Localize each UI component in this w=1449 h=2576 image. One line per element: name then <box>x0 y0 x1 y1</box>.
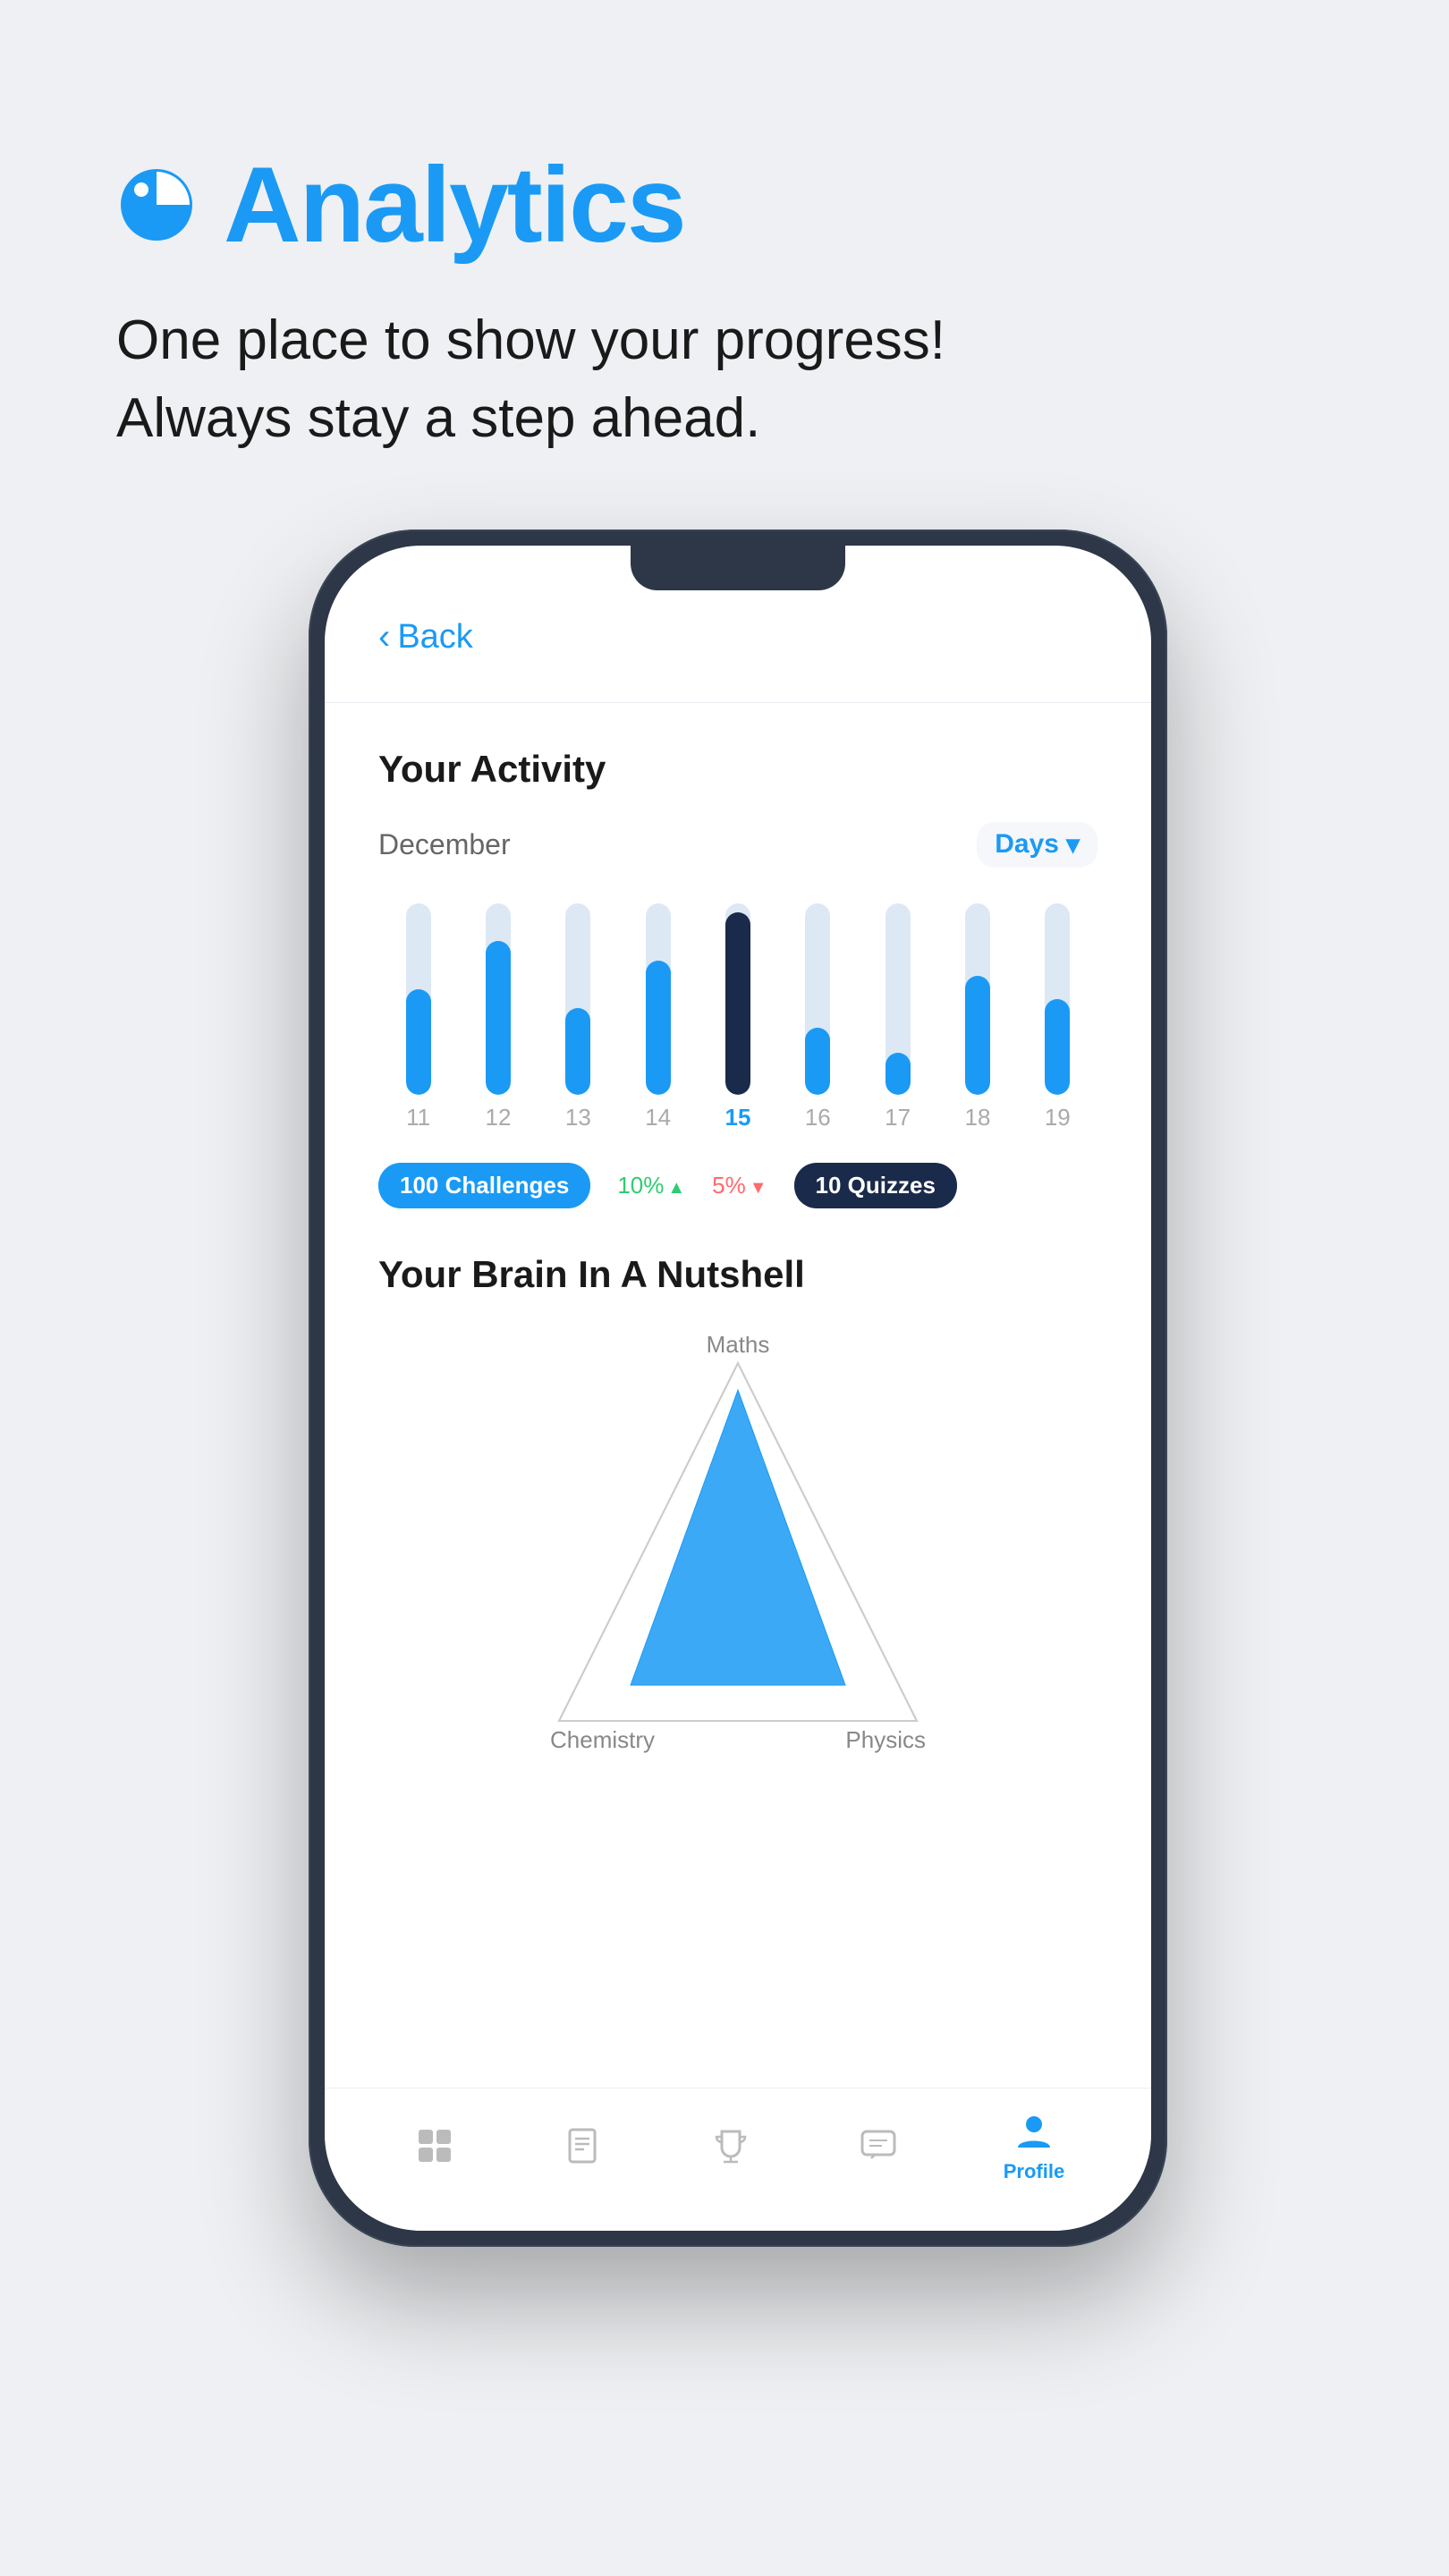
bar-fill-16 <box>805 1028 830 1095</box>
stats-row: 100 Challenges 10% 5% 10 Qui <box>378 1163 1097 1208</box>
days-dropdown[interactable]: Days ▾ <box>977 822 1097 868</box>
header-section: Analytics One place to show your progres… <box>116 143 1360 458</box>
bar-fill-13 <box>565 1008 590 1094</box>
chart-column-16: 16 <box>778 903 858 1131</box>
radar-svg: Maths Chemistry Physics <box>523 1336 953 1766</box>
profile-nav-label: Profile <box>1004 2160 1064 2183</box>
bar-container-12 <box>486 903 511 1095</box>
nutshell-section: Your Brain In A Nutshell <box>378 1253 1097 1775</box>
analytics-icon <box>116 165 197 245</box>
phone-screen: ‹ Back Your Activity December Days ▾ <box>325 546 1151 2231</box>
percent-down: 5% <box>712 1172 767 1199</box>
bar-fill-17 <box>886 1053 911 1095</box>
bar-fill-11 <box>406 989 431 1095</box>
day-label-12: 12 <box>486 1104 512 1131</box>
bar-fill-19 <box>1045 999 1070 1095</box>
bar-container-18 <box>965 903 990 1095</box>
bar-container-13 <box>565 903 590 1095</box>
nav-item-home[interactable] <box>411 2123 458 2169</box>
title-row: Analytics <box>116 143 1360 267</box>
screen-content: ‹ Back Your Activity December Days ▾ <box>325 546 1151 2123</box>
challenges-label: 100 Challenges <box>400 1172 569 1199</box>
chart-column-11: 11 <box>378 903 458 1131</box>
day-label-13: 13 <box>565 1104 591 1131</box>
bar-container-14 <box>646 903 671 1095</box>
phone-notch <box>631 546 845 590</box>
svg-text:Physics: Physics <box>845 1726 926 1753</box>
activity-header: December Days ▾ <box>378 822 1097 868</box>
day-label-18: 18 <box>965 1104 991 1131</box>
phone-wrapper: ‹ Back Your Activity December Days ▾ <box>116 530 1360 2247</box>
nav-item-trophy[interactable] <box>708 2123 754 2169</box>
day-label-14: 14 <box>645 1104 671 1131</box>
percent-up: 10% <box>617 1172 685 1199</box>
activity-title: Your Activity <box>378 748 1097 791</box>
activity-section: Your Activity December Days ▾ <box>378 748 1097 1208</box>
bar-container-15 <box>725 903 750 1095</box>
nav-item-profile[interactable]: Profile <box>1004 2108 1064 2183</box>
percent-down-value: 5% <box>712 1172 746 1199</box>
chart-column-15: 15 <box>698 903 777 1131</box>
bar-fill-18 <box>965 976 990 1095</box>
day-label-19: 19 <box>1045 1104 1071 1131</box>
divider <box>325 702 1151 703</box>
nutshell-title: Your Brain In A Nutshell <box>378 1253 1097 1296</box>
chart-column-14: 14 <box>618 903 698 1131</box>
back-button[interactable]: ‹ Back <box>378 617 1097 657</box>
page-title: Analytics <box>224 143 685 267</box>
svg-text:Chemistry: Chemistry <box>550 1726 655 1753</box>
day-label-11: 11 <box>406 1104 430 1131</box>
bar-fill-14 <box>646 961 671 1095</box>
back-chevron-icon: ‹ <box>378 617 390 657</box>
challenges-badge: 100 Challenges <box>378 1163 590 1208</box>
back-label: Back <box>397 618 472 657</box>
chart-column-17: 17 <box>858 903 937 1131</box>
days-label: Days <box>995 829 1059 860</box>
subtitle: One place to show your progress! Always … <box>116 302 1360 458</box>
percent-up-value: 10% <box>617 1172 664 1199</box>
day-label-15: 15 <box>725 1104 751 1131</box>
arrow-down-icon <box>750 1172 767 1199</box>
svg-text:Maths: Maths <box>707 1336 770 1358</box>
quizzes-badge: 10 Quizzes <box>794 1163 957 1208</box>
bar-container-16 <box>805 903 830 1095</box>
bar-container-19 <box>1045 903 1070 1095</box>
radar-chart: Maths Chemistry Physics <box>378 1327 1097 1775</box>
bar-fill-15 <box>725 912 750 1094</box>
dropdown-chevron-icon: ▾ <box>1066 829 1080 860</box>
bar-container-17 <box>886 903 911 1095</box>
chart-column-12: 12 <box>458 903 538 1131</box>
bottom-nav: Profile <box>325 2088 1151 2231</box>
book-icon <box>559 2123 606 2169</box>
day-label-17: 17 <box>885 1104 911 1131</box>
home-icon <box>411 2123 458 2169</box>
bar-fill-12 <box>486 941 511 1094</box>
chart-column-18: 18 <box>937 903 1017 1131</box>
nav-item-chat[interactable] <box>855 2123 902 2169</box>
bar-container-11 <box>406 903 431 1095</box>
chart-column-19: 19 <box>1018 903 1097 1131</box>
bar-chart: 11 12 <box>378 903 1097 1136</box>
month-label: December <box>378 828 511 861</box>
arrow-up-icon <box>667 1172 685 1199</box>
page-container: Analytics One place to show your progres… <box>0 0 1449 2336</box>
quizzes-label: 10 Quizzes <box>816 1172 936 1199</box>
chart-column-13: 13 <box>538 903 618 1131</box>
nav-item-book[interactable] <box>559 2123 606 2169</box>
trophy-icon <box>708 2123 754 2169</box>
profile-icon <box>1011 2108 1057 2155</box>
phone-frame: ‹ Back Your Activity December Days ▾ <box>309 530 1167 2247</box>
day-label-16: 16 <box>805 1104 831 1131</box>
chat-icon <box>855 2123 902 2169</box>
